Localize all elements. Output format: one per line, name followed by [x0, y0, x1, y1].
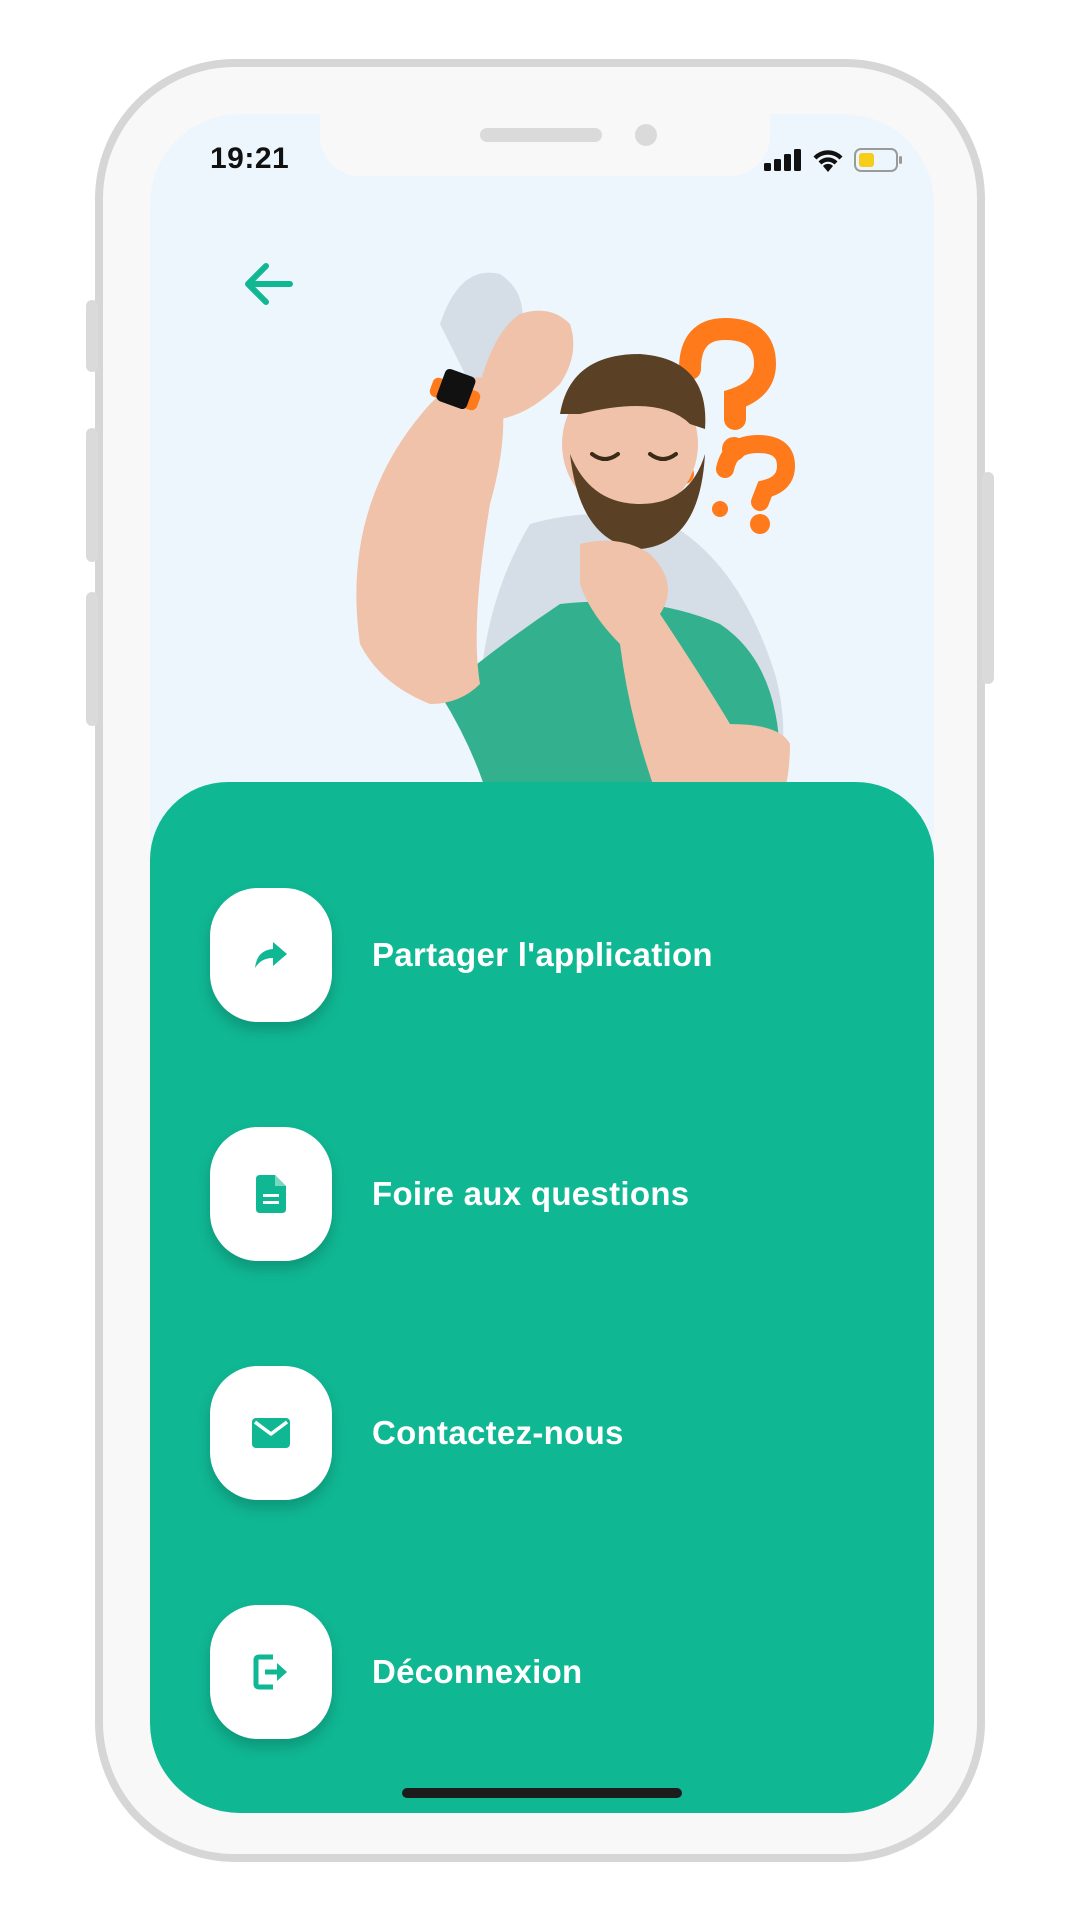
- app-screen: 19:21 Partager l'application Foire aux q…: [150, 114, 934, 1813]
- menu-icon-box: [210, 888, 332, 1022]
- wifi-icon: [813, 150, 843, 172]
- document-icon: [256, 1175, 286, 1213]
- menu-icon-box: [210, 1366, 332, 1500]
- share-icon: [255, 942, 287, 968]
- menu-item-faq[interactable]: Foire aux questions: [210, 1127, 870, 1261]
- menu-item-label: Foire aux questions: [372, 1175, 690, 1212]
- power-button: [982, 472, 994, 684]
- menu-icon-box: [210, 1127, 332, 1261]
- arrow-left-icon: [245, 263, 293, 305]
- logout-icon: [253, 1654, 287, 1690]
- battery-icon: [854, 148, 902, 172]
- menu-icon-box: [210, 1605, 332, 1739]
- speaker-grille: [480, 128, 602, 142]
- back-button[interactable]: [238, 254, 298, 314]
- front-camera: [635, 124, 657, 146]
- volume-up-button: [86, 428, 98, 562]
- mute-switch: [86, 300, 98, 372]
- status-icons: [764, 148, 904, 172]
- signal-icon: [764, 149, 801, 171]
- menu-item-contact[interactable]: Contactez-nous: [210, 1366, 870, 1500]
- menu-item-share[interactable]: Partager l'application: [210, 888, 870, 1022]
- mail-icon: [252, 1418, 290, 1448]
- status-time: 19:21: [210, 142, 290, 175]
- home-indicator: [402, 1788, 682, 1798]
- notch: [320, 114, 770, 176]
- menu-item-label: Déconnexion: [372, 1653, 583, 1690]
- menu-item-logout[interactable]: Déconnexion: [210, 1605, 870, 1739]
- menu-item-label: Contactez-nous: [372, 1414, 624, 1451]
- volume-down-button: [86, 592, 98, 726]
- menu-panel: Partager l'application Foire aux questio…: [150, 782, 934, 1813]
- menu-item-label: Partager l'application: [372, 936, 713, 973]
